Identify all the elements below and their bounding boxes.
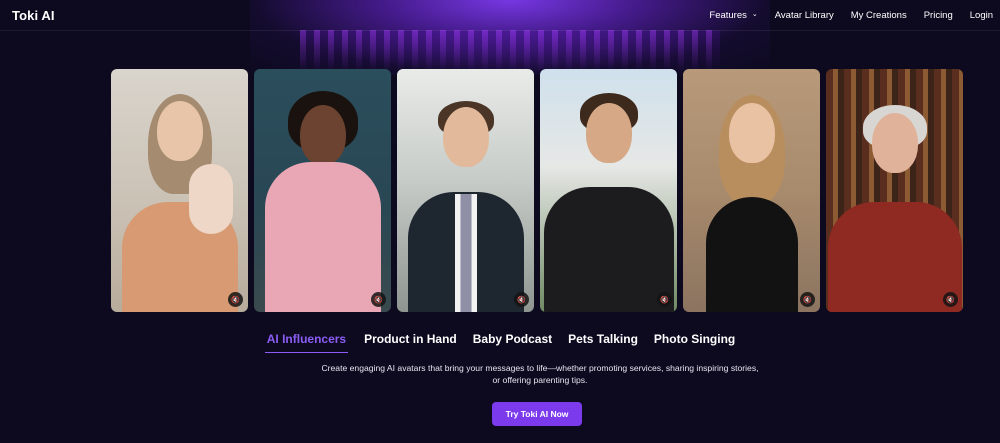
speaker-muted-icon[interactable]: 🔇 (657, 292, 672, 307)
avatar-face (156, 101, 203, 161)
nav-features-label: Features (709, 9, 747, 21)
shirt-and-tie (455, 194, 477, 312)
avatar-face (871, 113, 918, 173)
top-nav-bar: Toki AI Features ⌄ Avatar Library My Cre… (0, 0, 1000, 31)
nav-pricing[interactable]: Pricing (924, 10, 953, 21)
avatar-card-black-top[interactable]: 🔇 (683, 69, 820, 312)
avatar-clothing (827, 202, 962, 312)
nav-features[interactable]: Features ⌄ (709, 10, 757, 21)
tab-description: Create engaging AI avatars that bring yo… (321, 363, 759, 385)
stage-curtain-decoration (300, 30, 720, 72)
speaker-muted-icon[interactable]: 🔇 (371, 292, 386, 307)
avatar-clothing (543, 187, 674, 312)
speaker-muted-icon[interactable]: 🔇 (800, 292, 815, 307)
nav-my-creations[interactable]: My Creations (851, 10, 907, 21)
avatar-card-hoodie-man[interactable]: 🔇 (540, 69, 677, 312)
tab-product-in-hand[interactable]: Product in Hand (364, 332, 457, 353)
speaker-muted-icon[interactable]: 🔇 (943, 292, 958, 307)
speaker-muted-icon[interactable]: 🔇 (228, 292, 243, 307)
avatar-face (585, 103, 632, 163)
nav-avatar-library[interactable]: Avatar Library (775, 10, 834, 21)
avatar-face (728, 103, 775, 163)
tab-baby-podcast[interactable]: Baby Podcast (473, 332, 552, 353)
nav-login[interactable]: Login (970, 10, 993, 21)
speaker-muted-icon[interactable]: 🔇 (514, 292, 529, 307)
logo[interactable]: Toki AI (12, 8, 55, 23)
avatar-clothing (705, 197, 798, 312)
avatar-card-suit-man[interactable]: 🔇 (397, 69, 534, 312)
tab-photo-singing[interactable]: Photo Singing (654, 332, 735, 353)
avatar-card-mother[interactable]: 🔇 (111, 69, 248, 312)
tab-pets-talking[interactable]: Pets Talking (568, 332, 638, 353)
avatar-clothing (264, 162, 381, 312)
tab-ai-influencers[interactable]: AI Influencers (264, 332, 349, 353)
avatar-gallery: 🔇 🔇 🔇 🔇 🔇 🔇 (111, 69, 964, 312)
try-toki-ai-button[interactable]: Try Toki AI Now (492, 402, 582, 426)
chevron-down-icon: ⌄ (751, 11, 758, 18)
avatar-face (442, 107, 489, 167)
category-tabs: AI Influencers Product in Hand Baby Podc… (0, 332, 1000, 353)
baby-figure (189, 164, 233, 234)
avatar-card-pink-robe[interactable]: 🔇 (254, 69, 391, 312)
main-nav: Features ⌄ Avatar Library My Creations P… (709, 10, 993, 21)
avatar-card-older-man[interactable]: 🔇 (826, 69, 963, 312)
avatar-face (299, 105, 346, 165)
